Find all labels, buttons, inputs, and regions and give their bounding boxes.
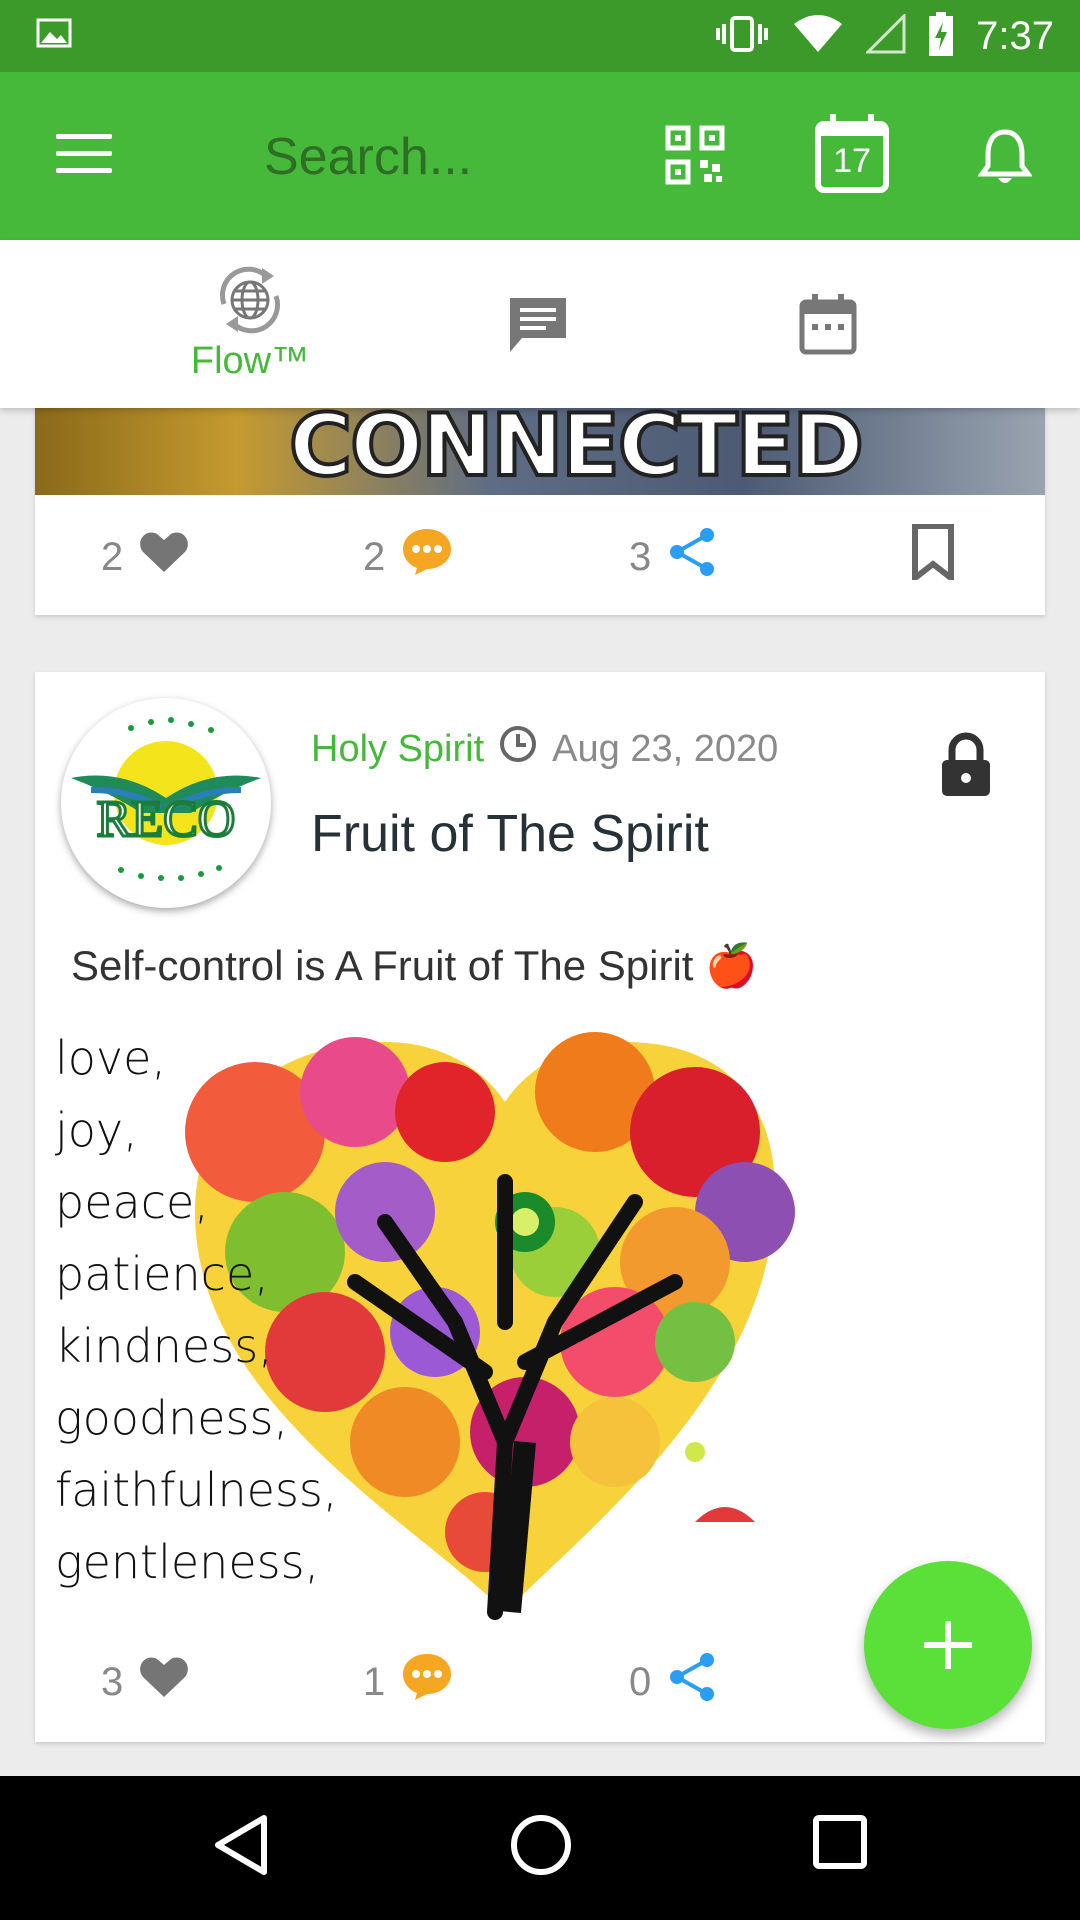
system-nav-bar	[0, 1776, 1080, 1920]
tab-events[interactable]	[728, 240, 928, 408]
post-title[interactable]: Fruit of The Spirit	[311, 804, 709, 864]
fruit-word: peace,	[55, 1175, 209, 1229]
calendar-icon	[798, 292, 858, 361]
comment-count: 2	[363, 534, 386, 579]
post-actions: 2 2 3	[35, 517, 1045, 597]
fruit-word: faithfulness,	[55, 1463, 338, 1517]
globe-sync-icon	[214, 264, 286, 341]
fruit-word: kindness,	[55, 1319, 273, 1373]
tab-flow-label: Flow™	[190, 340, 310, 382]
calendar-day: 17	[833, 142, 871, 180]
comment-icon	[401, 1652, 453, 1712]
fruit-word: goodness,	[55, 1391, 289, 1445]
like-count: 2	[101, 534, 124, 579]
chat-icon	[506, 294, 570, 361]
heart-icon	[139, 530, 189, 584]
app-bar: Search... 17	[0, 72, 1080, 240]
status-bar: 7:37	[0, 0, 1080, 72]
add-post-button[interactable]	[864, 1561, 1032, 1729]
tab-chat[interactable]	[440, 240, 640, 408]
comment-button[interactable]: 2	[363, 517, 453, 597]
post-meta: Holy Spirit Aug 23, 2020	[311, 724, 778, 774]
clock: 7:37	[976, 13, 1054, 58]
bell-icon[interactable]	[977, 128, 1033, 193]
fruit-word: love,	[55, 1031, 167, 1085]
share-count: 3	[629, 534, 652, 579]
heart-icon	[139, 1655, 189, 1709]
like-button[interactable]: 3	[101, 1642, 189, 1722]
fruit-word-list: love, joy, peace, patience, kindness, go…	[55, 1022, 338, 1598]
post-date: Aug 23, 2020	[552, 727, 779, 770]
fruit-word: joy,	[55, 1103, 138, 1157]
share-count: 0	[629, 1659, 652, 1704]
image-notification-icon	[36, 18, 72, 53]
bookmark-icon	[911, 523, 955, 590]
back-icon[interactable]	[212, 1814, 270, 1881]
post-category[interactable]: Holy Spirit	[311, 728, 484, 771]
battery-charging-icon	[928, 11, 954, 61]
vibrate-icon	[714, 14, 770, 59]
post-card[interactable]: CONNECTED 2 2 3	[35, 380, 1045, 615]
avatar-text: RECO	[97, 791, 236, 848]
post-image-text: CONNECTED	[287, 408, 866, 495]
recents-icon[interactable]	[812, 1814, 868, 1875]
post-body: Self-control is A Fruit of The Spirit 🍎	[71, 942, 758, 989]
post-image[interactable]: CONNECTED	[35, 408, 1045, 495]
like-button[interactable]: 2	[101, 517, 189, 597]
share-button[interactable]: 3	[629, 517, 717, 597]
calendar-icon[interactable]: 17	[814, 112, 890, 199]
comment-button[interactable]: 1	[363, 1642, 453, 1722]
lock-icon	[940, 732, 992, 803]
home-icon[interactable]	[510, 1814, 572, 1881]
tab-flow[interactable]: Flow™	[150, 240, 350, 408]
fruit-word: patience,	[55, 1247, 269, 1301]
share-icon	[667, 526, 717, 588]
share-button[interactable]: 0	[629, 1642, 717, 1722]
comment-icon	[401, 527, 453, 587]
comment-count: 1	[363, 1659, 386, 1704]
post-image[interactable]: love, joy, peace, patience, kindness, go…	[55, 1022, 955, 1622]
clock-icon	[498, 724, 538, 774]
bookmark-button[interactable]	[911, 517, 955, 597]
wifi-icon	[792, 14, 844, 59]
share-icon	[667, 1651, 717, 1713]
like-count: 3	[101, 1659, 124, 1704]
signal-icon	[864, 11, 906, 59]
search-input[interactable]: Search...	[264, 122, 624, 192]
qr-code-icon[interactable]	[664, 124, 726, 191]
tab-bar: Flow™	[0, 240, 1080, 408]
menu-icon[interactable]	[56, 134, 112, 178]
fruit-word: gentleness,	[55, 1535, 320, 1589]
avatar[interactable]: RECO	[61, 698, 271, 908]
